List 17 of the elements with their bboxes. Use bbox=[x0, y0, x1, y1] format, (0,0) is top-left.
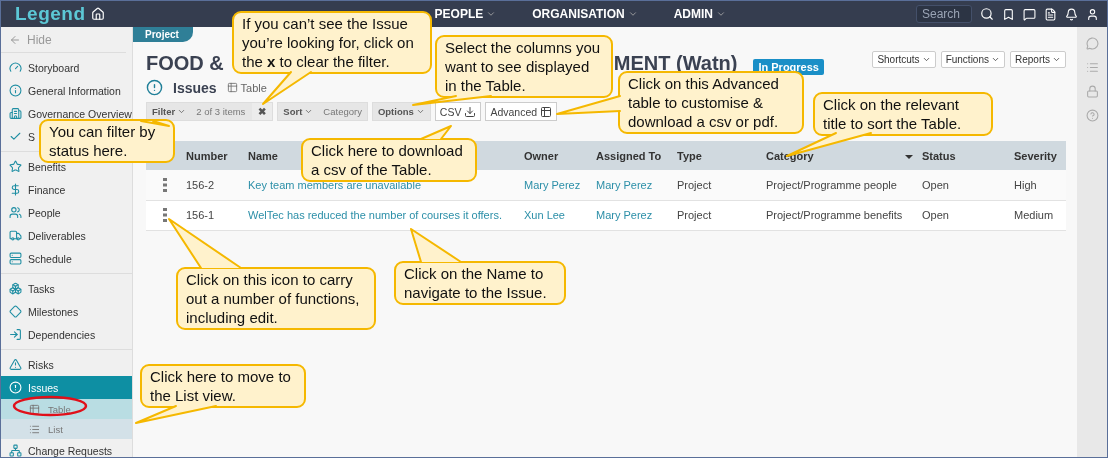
page-title: FOOD & bbox=[146, 52, 224, 75]
table-cell: Open bbox=[917, 200, 1009, 230]
callout-tooltip: You can filter by status here. bbox=[39, 119, 175, 163]
filter-count: 2 of 3 items bbox=[195, 106, 247, 117]
table-cell: Medium bbox=[1009, 200, 1066, 230]
project-tag: Project bbox=[133, 27, 193, 42]
view-label: Table bbox=[240, 81, 267, 94]
callout-tooltip: Click on this Advanced table to customise & download a csv or pdf. bbox=[618, 71, 804, 134]
section-title: Issues bbox=[173, 79, 217, 96]
table-cell: Project/Programme people bbox=[761, 170, 917, 200]
table-cell: Project bbox=[672, 200, 761, 230]
table-cell: Project bbox=[672, 170, 761, 200]
sort-field: Category bbox=[318, 106, 367, 117]
table-cell: 156-2 bbox=[181, 170, 243, 200]
table-cell: Open bbox=[917, 170, 1009, 200]
table-cell: Project/Programme benefits bbox=[761, 200, 917, 230]
table-cell: High bbox=[1009, 170, 1066, 200]
